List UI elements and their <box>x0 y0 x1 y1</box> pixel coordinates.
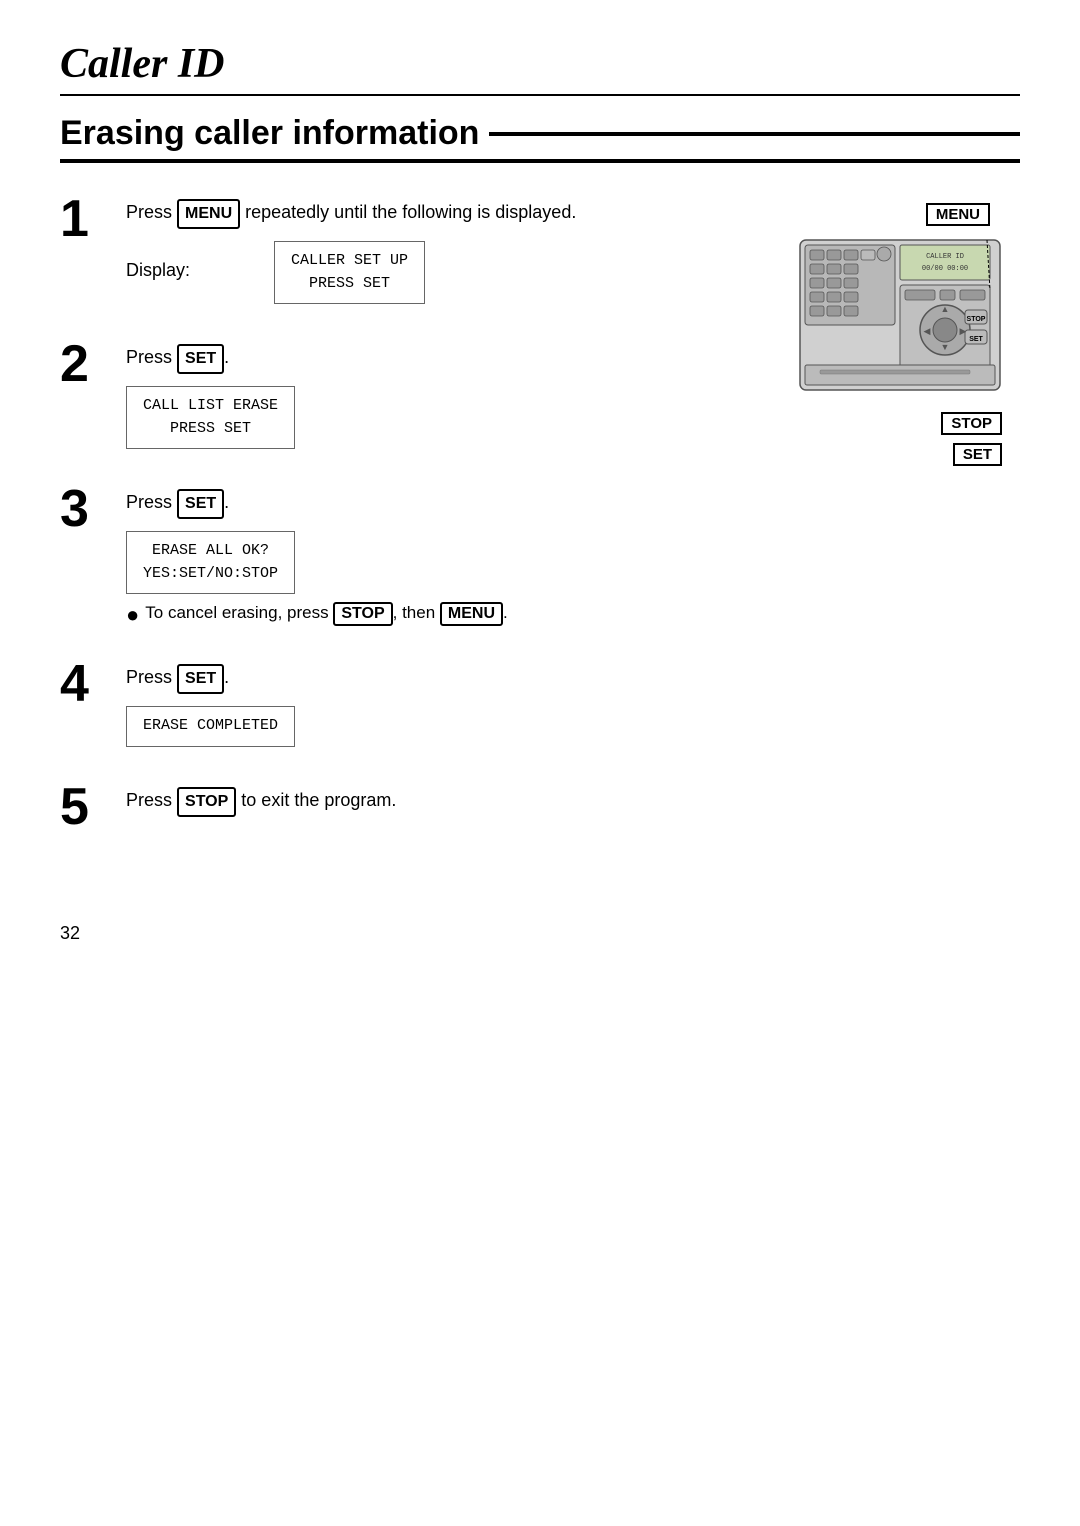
display-line-3-1: ERASE ALL OK? <box>143 540 278 563</box>
device-illustration: CALLER ID 00/00 00:00 ▲ ▼ ◀ ▶ STOP <box>790 230 1010 410</box>
step-5-content: Press STOP to exit the program. <box>126 781 760 825</box>
step-1-text: Press MENU repeatedly until the followin… <box>126 199 760 229</box>
svg-text:00/00 00:00: 00/00 00:00 <box>922 265 968 273</box>
set-key-2: SET <box>177 344 224 374</box>
step-5-text: Press STOP to exit the program. <box>126 787 760 817</box>
step-4-number: 4 <box>60 658 110 710</box>
step-3: 3 Press SET. ERASE ALL OK? YES:SET/NO:ST… <box>60 483 760 628</box>
display-line-1-1: CALLER SET UP <box>291 250 408 273</box>
step-3-display-row: ERASE ALL OK? YES:SET/NO:STOP <box>126 527 760 594</box>
display-line-1-2: PRESS SET <box>291 273 408 296</box>
display-label-1: Display: <box>126 260 190 281</box>
display-line-4-1: ERASE COMPLETED <box>143 715 278 738</box>
step-1-number: 1 <box>60 193 110 245</box>
svg-text:STOP: STOP <box>967 316 986 323</box>
step-3-content: Press SET. ERASE ALL OK? YES:SET/NO:STOP… <box>126 483 760 628</box>
step-1-display-row: Display: CALLER SET UP PRESS SET <box>126 237 760 304</box>
menu-device-label: MENU <box>926 203 990 226</box>
step-3-text: Press SET. <box>126 489 760 519</box>
step-1-display: CALLER SET UP PRESS SET <box>274 241 425 304</box>
display-line-2-2: PRESS SET <box>143 418 278 441</box>
page-number: 32 <box>60 923 1020 944</box>
svg-text:▲: ▲ <box>941 304 950 314</box>
bullet-text: To cancel erasing, press STOP, then MENU… <box>145 602 507 626</box>
display-line-3-2: YES:SET/NO:STOP <box>143 563 278 586</box>
stop-device-label: STOP <box>941 412 1002 435</box>
set-key-4: SET <box>177 664 224 694</box>
step-4-text: Press SET. <box>126 664 760 694</box>
step-4: 4 Press SET. ERASE COMPLETED <box>60 658 760 751</box>
stop-key-3: STOP <box>333 602 392 626</box>
step-4-content: Press SET. ERASE COMPLETED <box>126 658 760 751</box>
step-2-number: 2 <box>60 338 110 390</box>
step-3-bullet: ● To cancel erasing, press STOP, then ME… <box>126 602 760 628</box>
step-4-display-row: ERASE COMPLETED <box>126 702 760 747</box>
svg-text:SET: SET <box>969 336 983 343</box>
set-key-3: SET <box>177 489 224 519</box>
page-title: Caller ID <box>60 40 1020 96</box>
step-2-display-row: CALL LIST ERASE PRESS SET <box>126 382 760 449</box>
step-5-number: 5 <box>60 781 110 833</box>
steps-column: 1 Press MENU repeatedly until the follow… <box>60 193 760 863</box>
step-2-text: Press SET. <box>126 344 760 374</box>
svg-text:CALLER ID: CALLER ID <box>926 253 964 261</box>
device-column: MENU <box>780 193 1020 863</box>
step-2-content: Press SET. CALL LIST ERASE PRESS SET <box>126 338 760 453</box>
stop-key-5: STOP <box>177 787 236 817</box>
step-2: 2 Press SET. CALL LIST ERASE PRESS SET <box>60 338 760 453</box>
step-3-display: ERASE ALL OK? YES:SET/NO:STOP <box>126 531 295 594</box>
svg-text:▼: ▼ <box>941 342 950 352</box>
step-3-number: 3 <box>60 483 110 535</box>
step-1: 1 Press MENU repeatedly until the follow… <box>60 193 760 308</box>
svg-text:◀: ◀ <box>924 326 931 336</box>
step-5: 5 Press STOP to exit the program. <box>60 781 760 833</box>
device-svg: CALLER ID 00/00 00:00 ▲ ▼ ◀ ▶ STOP <box>790 230 1010 410</box>
menu-key-1: MENU <box>177 199 240 229</box>
section-title: Erasing caller information <box>60 114 1020 163</box>
display-line-2-1: CALL LIST ERASE <box>143 395 278 418</box>
step-2-display: CALL LIST ERASE PRESS SET <box>126 386 295 449</box>
bullet-dot: ● <box>126 602 139 628</box>
step-1-content: Press MENU repeatedly until the followin… <box>126 193 760 308</box>
set-device-label: SET <box>953 443 1002 466</box>
menu-key-3: MENU <box>440 602 503 626</box>
step-4-display: ERASE COMPLETED <box>126 706 295 747</box>
